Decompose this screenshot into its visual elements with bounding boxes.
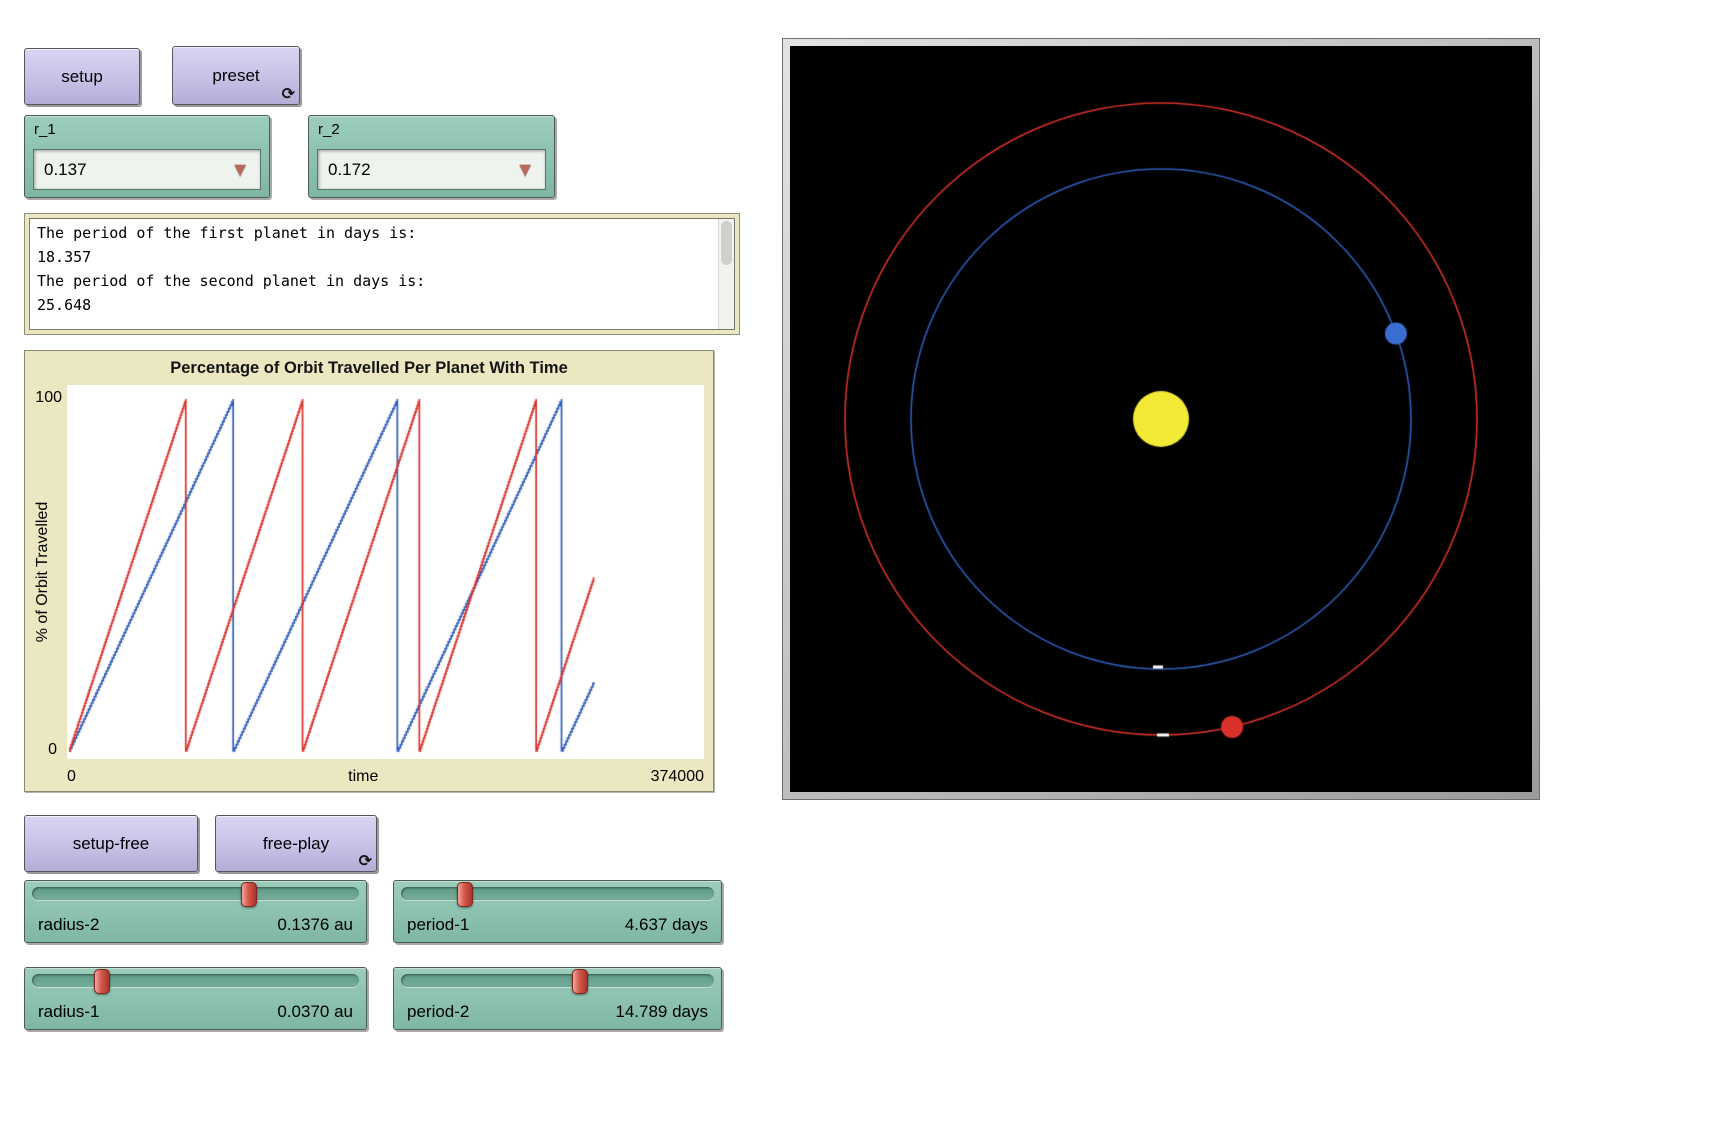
slider-radius-2-track[interactable] [32,887,359,900]
dropdown-icon[interactable]: ▼ [515,160,535,180]
y-tick-max: 100 [35,389,62,407]
slider-radius-2: radius-2 0.1376 au [24,880,367,943]
chooser-r-1-value: 0.137 [44,160,87,180]
slider-period-1-value: 4.637 days [625,915,708,935]
slider-radius-1-label: radius-1 [38,1002,99,1022]
x-tick-max: 374000 [651,768,704,786]
chooser-r-1-label: r_1 [34,121,56,138]
setup-button[interactable]: setup [24,48,140,105]
forever-icon: ⟳ [359,851,372,870]
x-tick-min: 0 [67,768,76,786]
world-view [790,46,1532,792]
plot-title: Percentage of Orbit Travelled Per Planet… [25,359,713,378]
output-line: The period of the first planet in days i… [37,221,714,245]
slider-radius-2-handle[interactable] [241,882,257,907]
chooser-r-1-field[interactable]: 0.137 ▼ [33,149,261,190]
output-scrollbar[interactable] [718,219,734,329]
slider-period-1: period-1 4.637 days [393,880,722,943]
slider-period-2-label: period-2 [407,1002,469,1022]
forever-icon: ⟳ [282,84,295,103]
setup-free-button[interactable]: setup-free [24,815,198,872]
slider-radius-1-value: 0.0370 au [277,1002,353,1022]
slider-radius-2-label: radius-2 [38,915,99,935]
slider-radius-1-track[interactable] [32,974,359,987]
orbit-percentage-plot: Percentage of Orbit Travelled Per Planet… [24,350,714,792]
output-area: The period of the first planet in days i… [29,218,735,330]
chooser-r-2: r_2 0.172 ▼ [308,115,555,198]
output-line: 18.357 [37,245,714,269]
chooser-r-1: r_1 0.137 ▼ [24,115,270,198]
slider-radius-2-value: 0.1376 au [277,915,353,935]
free-play-button-label: free-play [263,834,329,854]
netlogo-interface: setup preset ⟳ r_1 0.137 ▼ r_2 0.172 ▼ T… [0,0,1726,1148]
x-axis-label: time [348,768,378,786]
slider-radius-1: radius-1 0.0370 au [24,967,367,1030]
y-axis-label: % of Orbit Travelled [34,502,52,643]
setup-free-button-label: setup-free [73,834,150,854]
preset-button[interactable]: preset ⟳ [172,46,300,105]
plot-canvas [67,385,704,759]
slider-radius-1-handle[interactable] [94,969,110,994]
plot-y-axis: 100 % of Orbit Travelled 0 [25,385,67,759]
slider-period-2: period-2 14.789 days [393,967,722,1030]
slider-period-2-value: 14.789 days [615,1002,708,1022]
dropdown-icon[interactable]: ▼ [230,160,250,180]
chooser-r-2-field[interactable]: 0.172 ▼ [317,149,546,190]
output-line: The period of the second planet in days … [37,269,714,293]
setup-button-label: setup [61,67,103,87]
y-tick-min: 0 [48,741,57,759]
slider-period-1-handle[interactable] [457,882,473,907]
slider-period-1-label: period-1 [407,915,469,935]
output-scrollbar-thumb[interactable] [721,221,732,265]
free-play-button[interactable]: free-play ⟳ [215,815,377,872]
slider-period-2-track[interactable] [401,974,714,987]
chooser-r-2-label: r_2 [318,121,340,138]
slider-period-1-track[interactable] [401,887,714,900]
plot-x-axis: 0 time 374000 [67,768,704,786]
preset-button-label: preset [212,66,259,86]
world-view-frame [782,38,1540,800]
slider-period-2-handle[interactable] [572,969,588,994]
output-line: 25.648 [37,293,714,317]
chooser-r-2-value: 0.172 [328,160,371,180]
